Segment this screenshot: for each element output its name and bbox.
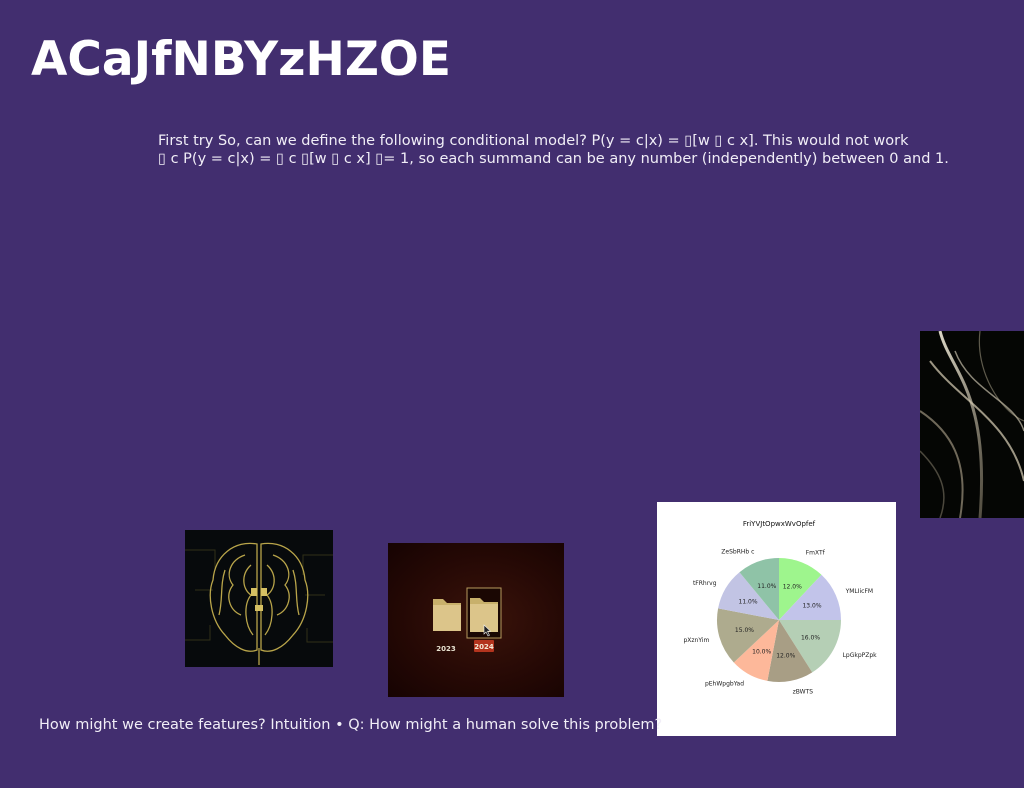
pie-category-label: ZeSbRHb c: [721, 549, 754, 556]
folders-graphic: 2023 2024: [433, 587, 502, 653]
pie-category-label: pEhWpgbYad: [705, 681, 744, 688]
pie-category-label: tFRhrvg: [693, 580, 717, 587]
folder-label-2024: 2024: [474, 643, 494, 651]
pie-percent-label: 12.0%: [776, 652, 795, 659]
folders-image: 2023 2024: [388, 543, 564, 697]
pie-category-label: FmXTf: [806, 550, 826, 557]
body-text: First try So, can we define the followin…: [158, 132, 958, 168]
abstract-swirl-graphic: [919, 330, 1024, 519]
circuit-brain-graphic: [185, 530, 333, 667]
pie-percent-label: 10.0%: [752, 649, 771, 656]
caption-text: How might we create features? Intuition …: [39, 717, 663, 733]
pie-percent-label: 11.0%: [739, 599, 758, 606]
body-line-1: First try So, can we define the followin…: [158, 133, 909, 149]
pie-percent-label: 15.0%: [735, 627, 754, 634]
pie-category-label: YMLIicFM: [845, 588, 874, 595]
abstract-swirl-image: [919, 330, 1024, 519]
pie-chart: FriYVJtOpwxWvOpfef 12.0% FmXTf 13.0% YMLIic…: [683, 520, 878, 695]
pie-category-label: zBWTS: [793, 688, 814, 695]
pie-chart-title: FriYVJtOpwxWvOpfef: [743, 520, 816, 528]
pie-category-label: LpGkpPZpk: [843, 652, 878, 659]
folder-label-2023: 2023: [436, 645, 456, 653]
pie-percent-label: 12.0%: [783, 584, 802, 591]
circuit-brain-image: [185, 530, 333, 667]
pie-chart-panel: FriYVJtOpwxWvOpfef 12.0% FmXTf 13.0% YMLIic…: [657, 502, 896, 736]
slide: ACaJfNBYzHZOE First try So, can we defin…: [0, 0, 1024, 788]
slide-title: ACaJfNBYzHZOE: [31, 32, 451, 87]
body-line-2: ▯ c P(y = c|x) = ▯ c ▯[w ▯ c x] ▯= 1, so…: [158, 151, 949, 167]
pie-percent-label: 13.0%: [802, 603, 821, 610]
pie-percent-label: 11.0%: [757, 583, 776, 590]
pie-percent-label: 16.0%: [801, 634, 820, 641]
folder-icon-2023: [433, 599, 461, 631]
pie-category-label: pXznYim: [683, 637, 709, 644]
